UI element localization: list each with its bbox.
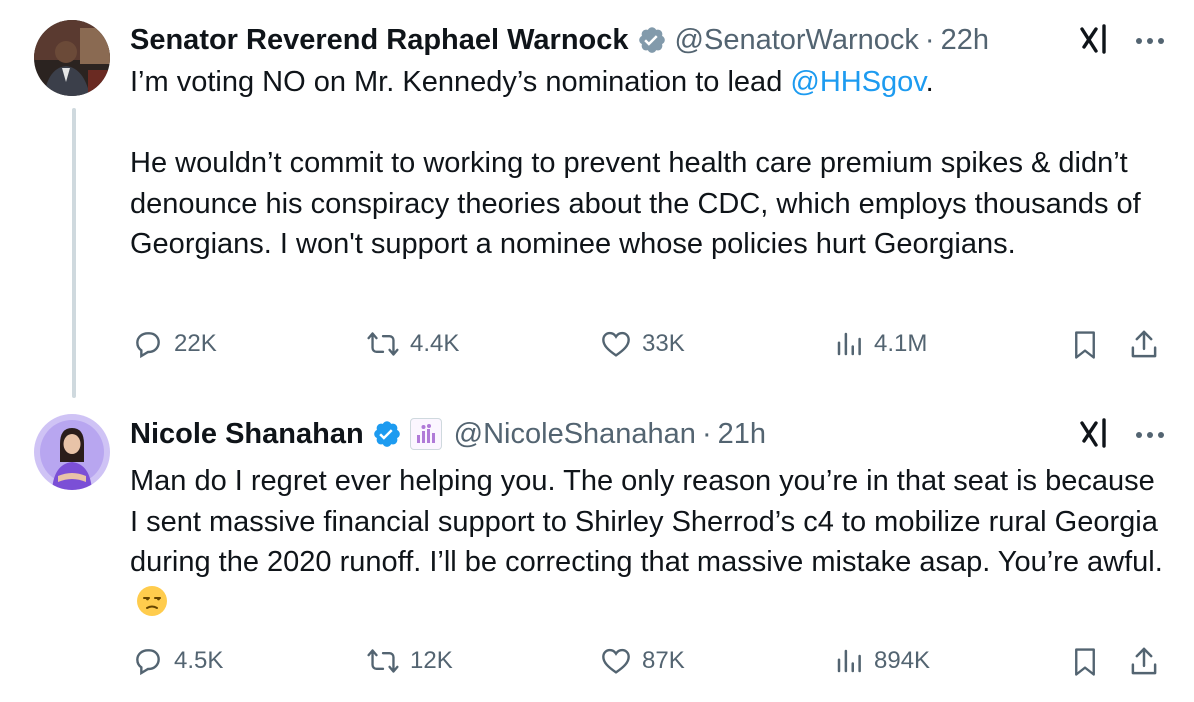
share-icon (1128, 645, 1160, 679)
tweet-shanahan[interactable]: Nicole Shanahan @NicoleShanahan · 21h Ma… (0, 400, 1194, 702)
blue-verified-badge-icon (372, 419, 402, 449)
like-button[interactable]: 33K (600, 328, 685, 360)
timestamp[interactable]: 22h (941, 24, 989, 57)
bookmark-button[interactable] (1070, 328, 1100, 362)
action-bar: 22K 4.4K 33K 4.1M (130, 328, 1164, 368)
repost-icon (366, 328, 400, 360)
repost-button[interactable]: 4.4K (366, 328, 459, 360)
author-name[interactable]: Nicole Shanahan (130, 418, 364, 451)
tweet-warnock[interactable]: Senator Reverend Raphael Warnock @Senato… (0, 0, 1194, 400)
share-icon (1128, 328, 1160, 362)
views-button[interactable]: 894K (834, 645, 930, 677)
mention-link[interactable]: @HHSgov (790, 66, 925, 98)
unamused-face-emoji-icon (136, 585, 168, 617)
avatar-shanahan[interactable] (34, 414, 110, 490)
like-icon (600, 645, 632, 677)
views-count: 894K (874, 647, 931, 674)
tweet-header: Senator Reverend Raphael Warnock @Senato… (130, 20, 989, 60)
reply-icon (132, 645, 164, 677)
author-name[interactable]: Senator Reverend Raphael Warnock (130, 24, 629, 57)
repost-button[interactable]: 12K (366, 645, 453, 677)
tweet-text: I’m voting NO on Mr. Kennedy’s nominatio… (130, 62, 1170, 265)
repost-count: 12K (410, 647, 453, 674)
like-count: 33K (642, 330, 685, 357)
more-icon[interactable] (1136, 38, 1164, 44)
grok-icon[interactable] (1076, 22, 1110, 56)
author-handle[interactable]: @NicoleShanahan (454, 418, 696, 451)
avatar-warnock[interactable] (34, 20, 110, 96)
like-icon (600, 328, 632, 360)
views-icon (834, 645, 864, 677)
separator-dot: · (924, 23, 935, 56)
views-icon (834, 328, 864, 360)
timestamp[interactable]: 21h (718, 418, 766, 451)
thread-line (72, 108, 76, 398)
reply-icon (132, 328, 164, 360)
repost-icon (366, 645, 400, 677)
like-button[interactable]: 87K (600, 645, 685, 677)
reply-button[interactable]: 4.5K (132, 645, 223, 677)
bookmark-icon (1070, 645, 1100, 679)
affiliation-badge-icon[interactable] (409, 418, 442, 450)
gray-verified-badge-icon (637, 25, 667, 55)
repost-count: 4.4K (410, 330, 460, 357)
views-count: 4.1M (874, 330, 928, 357)
separator-dot: · (701, 417, 712, 450)
author-handle[interactable]: @SenatorWarnock (675, 24, 919, 57)
reply-count: 22K (174, 330, 217, 357)
tweet-paragraph: He wouldn’t commit to working to prevent… (130, 147, 1141, 260)
views-button[interactable]: 4.1M (834, 328, 927, 360)
share-button[interactable] (1128, 645, 1160, 679)
text-line: I’m voting NO on Mr. Kennedy’s nominatio… (130, 66, 791, 98)
action-bar: 4.5K 12K 87K 894K (130, 645, 1164, 685)
text-punct: . (925, 66, 934, 98)
grok-icon[interactable] (1076, 416, 1110, 450)
share-button[interactable] (1128, 328, 1160, 362)
tweet-text: Man do I regret ever helping you. The on… (130, 461, 1170, 623)
reply-button[interactable]: 22K (132, 328, 217, 360)
tweet-header: Nicole Shanahan @NicoleShanahan · 21h (130, 414, 766, 454)
bookmark-button[interactable] (1070, 645, 1100, 679)
bookmark-icon (1070, 328, 1100, 362)
reply-count: 4.5K (174, 647, 224, 674)
tweet-paragraph: Man do I regret ever helping you. The on… (130, 465, 1163, 578)
like-count: 87K (642, 647, 685, 674)
more-icon[interactable] (1136, 432, 1164, 438)
